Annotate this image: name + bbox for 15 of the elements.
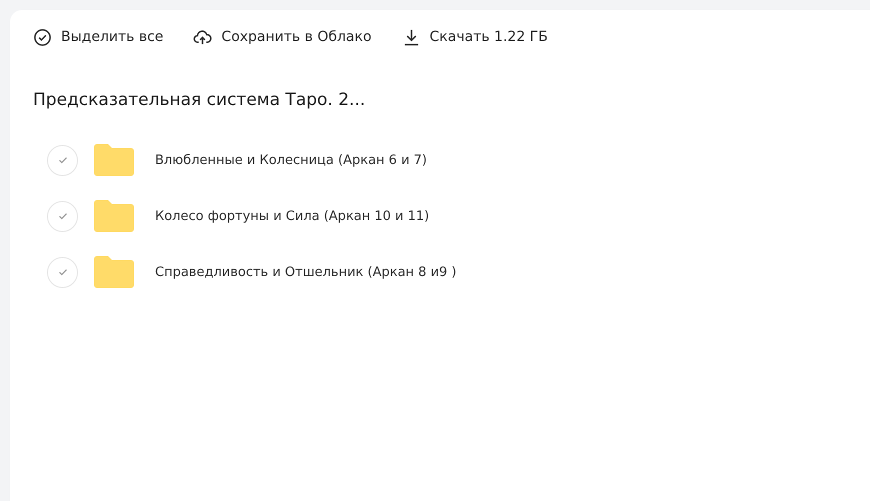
checkbox[interactable] <box>47 256 78 288</box>
folder-name[interactable]: Справедливость и Отшельник (Аркан 8 и9 ) <box>155 264 457 280</box>
cloud-upload-icon <box>193 28 212 46</box>
toolbar-button[interactable]: Сохранить в Облако <box>193 28 372 46</box>
folder-title: Предсказательная система Таро. 2... <box>33 90 366 110</box>
folder-icon <box>94 144 134 176</box>
toolbar-button[interactable]: Выделить все <box>33 28 164 46</box>
folder-icon <box>94 256 134 288</box>
check-circle-icon <box>33 28 52 46</box>
folder-name[interactable]: Влюбленные и Колесница (Аркан 6 и 7) <box>155 152 427 168</box>
checkbox[interactable] <box>47 200 78 232</box>
checkbox[interactable] <box>47 144 78 176</box>
folder-icon <box>94 200 134 232</box>
toolbar-button[interactable]: Скачать 1.22 ГБ <box>402 28 548 46</box>
folder-name[interactable]: Колесо фортуны и Сила (Аркан 10 и 11) <box>155 208 430 224</box>
